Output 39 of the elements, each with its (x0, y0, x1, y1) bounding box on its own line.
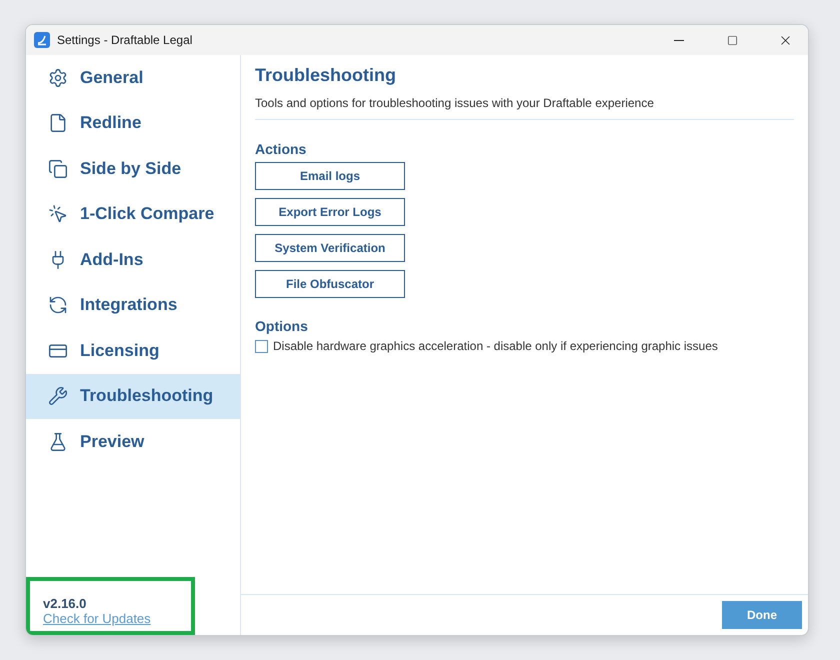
checkbox[interactable] (255, 340, 268, 352)
action-button[interactable]: System Verification (255, 234, 405, 262)
sidebar-item[interactable]: Add-Ins (26, 237, 240, 282)
sidebar-item-label: Integrations (80, 295, 178, 316)
sidebar-item-label: 1-Click Compare (80, 204, 214, 224)
sidebar-item[interactable]: Preview (26, 419, 240, 464)
maximize-icon (726, 34, 738, 46)
arrows-icon (48, 295, 68, 316)
sidebar-item-label: Licensing (80, 340, 160, 361)
sidebar-item-label: Redline (80, 113, 142, 134)
sidebar-item[interactable]: Integrations (26, 282, 240, 328)
action-button[interactable]: File Obfuscator (255, 270, 405, 298)
cursor-click-icon (48, 204, 68, 224)
sidebar-item[interactable]: Redline (26, 100, 240, 146)
sidebar-item-label: Side by Side (80, 158, 182, 179)
sidebar-item[interactable]: Licensing (26, 328, 240, 374)
sidebar-item-label: Troubleshooting (80, 386, 214, 406)
option-label: Disable hardware graphics acceleration - disable only if experiencing graphic issues (273, 339, 718, 353)
section-heading: Options (255, 318, 309, 334)
sidebar-item[interactable]: 1-Click Compare (26, 192, 240, 237)
documents-icon (48, 158, 68, 179)
app-logo-icon (34, 32, 50, 48)
page-description: Tools and options for troubleshooting issues with your Draftable experience (255, 96, 794, 120)
window-title: Settings - Draftable Legal (57, 33, 194, 47)
version-label: v2.16.0 (43, 596, 88, 611)
sidebar-item[interactable]: General (26, 55, 240, 100)
flask-icon (48, 432, 68, 452)
sidebar-item-label: General (80, 68, 144, 88)
page-title: Troubleshooting (255, 65, 397, 86)
sidebar-item[interactable]: Side by Side (26, 146, 240, 192)
sidebar-item-label: Preview (80, 432, 144, 452)
section-heading: Actions (255, 141, 308, 157)
wrench-icon (48, 386, 68, 406)
action-button[interactable]: Export Error Logs (255, 198, 405, 226)
document-icon (48, 113, 68, 134)
sidebar-item-label: Add-Ins (80, 250, 144, 270)
action-button[interactable]: Email logs (255, 162, 405, 190)
gear-icon (48, 68, 68, 88)
sidebar-item[interactable]: Troubleshooting (26, 374, 240, 419)
